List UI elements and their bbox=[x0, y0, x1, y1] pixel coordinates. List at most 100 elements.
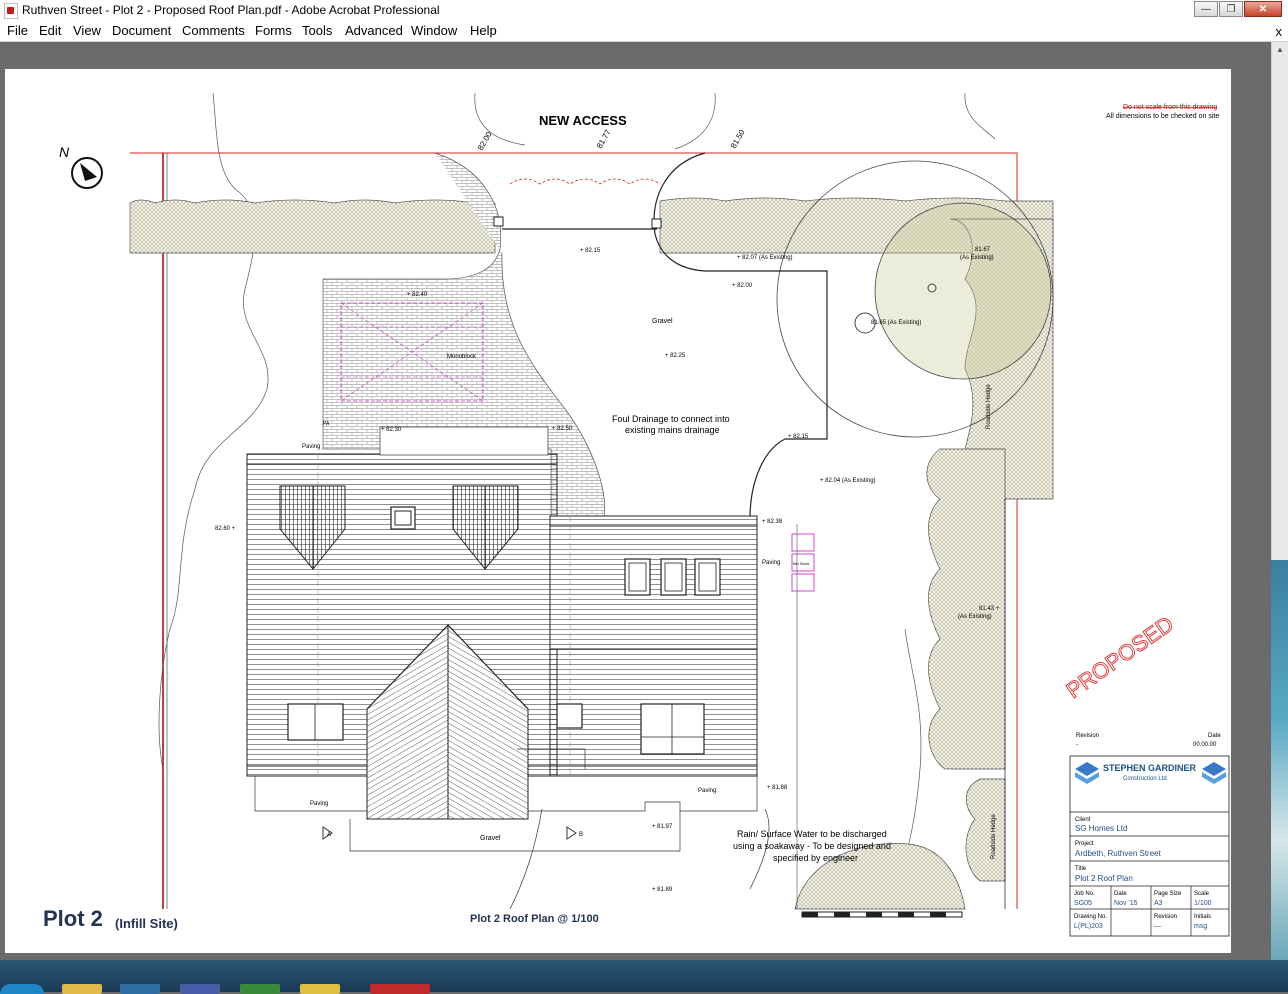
svg-text:81.65 (As Existing): 81.65 (As Existing) bbox=[871, 320, 921, 326]
menu-document[interactable]: Document bbox=[112, 23, 171, 38]
svg-text:Client: Client bbox=[1075, 817, 1091, 823]
desktop-background-strip bbox=[1271, 560, 1288, 960]
svg-text:specified by engineer: specified by engineer bbox=[773, 853, 858, 863]
site-plan-drawing: NEW ACCESS N Do not scale from this draw… bbox=[43, 92, 1230, 937]
svg-text:B: B bbox=[579, 832, 583, 838]
menu-forms[interactable]: Forms bbox=[255, 23, 292, 38]
gravel-label: Gravel bbox=[652, 318, 673, 325]
plot-subtitle: (Infill Site) bbox=[115, 916, 178, 931]
svg-text:(As Existing): (As Existing) bbox=[958, 614, 992, 620]
company-logo: STEPHEN GARDINER bbox=[1103, 763, 1197, 773]
menu-tools[interactable]: Tools bbox=[302, 23, 332, 38]
close-button[interactable]: ✕ bbox=[1244, 1, 1282, 17]
svg-text:81.50: 81.50 bbox=[729, 128, 747, 150]
title-bar: Ruthven Street - Plot 2 - Proposed Roof … bbox=[0, 0, 1288, 21]
menu-file[interactable]: File bbox=[7, 23, 28, 38]
menu-comments[interactable]: Comments bbox=[182, 23, 245, 38]
svg-text:Paving: Paving bbox=[698, 788, 716, 794]
svg-text:82.60 +: 82.60 + bbox=[215, 526, 236, 532]
svg-text:using a soakaway - To be desig: using a soakaway - To be designed and bbox=[733, 841, 891, 851]
svg-text:Roadside Hedge: Roadside Hedge bbox=[991, 814, 997, 859]
svg-text:msg: msg bbox=[1194, 923, 1207, 930]
plot-title: Plot 2 bbox=[43, 906, 103, 931]
svg-text:Drawing No.: Drawing No. bbox=[1074, 914, 1107, 920]
svg-text:+ 82.38: + 82.38 bbox=[762, 519, 783, 525]
svg-text:Paving: Paving bbox=[302, 444, 320, 450]
new-access-label: NEW ACCESS bbox=[539, 113, 627, 128]
svg-text:00.00.00: 00.00.00 bbox=[1193, 742, 1217, 748]
svg-text:81.43 +: 81.43 + bbox=[979, 606, 1000, 612]
taskbar-acrobat-icon[interactable] bbox=[370, 984, 430, 994]
svg-text:A3: A3 bbox=[1154, 900, 1163, 907]
svg-text:Scale: Scale bbox=[1194, 891, 1210, 897]
svg-text:Job No.: Job No. bbox=[1074, 891, 1095, 897]
note-scale: Do not scale from this drawing bbox=[1123, 104, 1217, 111]
hedge-left bbox=[129, 199, 496, 254]
north-label: N bbox=[59, 144, 70, 160]
pdf-page: NEW ACCESS N Do not scale from this draw… bbox=[5, 69, 1231, 953]
acrobat-icon bbox=[4, 3, 18, 19]
svg-text:+ 82.30: + 82.30 bbox=[381, 427, 402, 433]
svg-text:Paving: Paving bbox=[762, 560, 780, 566]
client-value: SG Homes Ltd bbox=[1075, 824, 1127, 833]
svg-text:+ 82.07 (As Existing): + 82.07 (As Existing) bbox=[737, 255, 793, 261]
svg-text:PA: PA bbox=[323, 421, 330, 427]
menu-edit[interactable]: Edit bbox=[39, 23, 61, 38]
project-value: Ardbeth, Ruthven Street bbox=[1075, 849, 1162, 858]
svg-text:+ 82.04 (As Existing): + 82.04 (As Existing) bbox=[820, 478, 876, 484]
proposed-stamp: PROPOSED bbox=[1062, 611, 1178, 703]
svg-text:existing mains drainage: existing mains drainage bbox=[625, 425, 720, 435]
svg-text:+ 82.50: + 82.50 bbox=[552, 426, 573, 432]
svg-text:Nov '15: Nov '15 bbox=[1114, 900, 1138, 907]
svg-text:A: A bbox=[327, 832, 331, 838]
svg-text:-: - bbox=[1076, 742, 1078, 748]
taskbar-app-icon[interactable] bbox=[120, 984, 160, 994]
svg-text:Date: Date bbox=[1208, 733, 1221, 739]
svg-text:Construction Ltd: Construction Ltd bbox=[1123, 776, 1167, 782]
svg-text:+ 82.25: + 82.25 bbox=[665, 353, 686, 359]
menu-window[interactable]: Window bbox=[411, 23, 457, 38]
document-close-button[interactable]: x bbox=[1276, 24, 1283, 39]
menu-help[interactable]: Help bbox=[470, 23, 497, 38]
svg-text:+ 82.00: + 82.00 bbox=[732, 283, 753, 289]
svg-text:Page Size: Page Size bbox=[1154, 891, 1182, 897]
title-block: Revision Date - 00.00.00 STEPHEN GARDINE… bbox=[1069, 733, 1230, 937]
svg-text:(As Existing): (As Existing) bbox=[960, 255, 994, 261]
foul-drainage-note: Foul Drainage to connect into bbox=[612, 414, 730, 424]
rain-water-note: Rain/ Surface Water to be discharged bbox=[737, 829, 887, 839]
svg-text:Bin Store: Bin Store bbox=[793, 561, 810, 566]
svg-text:—: — bbox=[1154, 923, 1161, 930]
minimize-button[interactable]: — bbox=[1194, 1, 1218, 17]
window-title: Ruthven Street - Plot 2 - Proposed Roof … bbox=[22, 3, 440, 17]
svg-text:Paving: Paving bbox=[310, 801, 328, 807]
maximize-button[interactable]: ❐ bbox=[1219, 1, 1243, 17]
svg-text:+ 82.15: + 82.15 bbox=[580, 248, 601, 254]
drawing-number-value: L(PL)203 bbox=[1074, 923, 1103, 930]
menu-advanced[interactable]: Advanced bbox=[345, 23, 403, 38]
svg-text:1/100: 1/100 bbox=[1194, 900, 1212, 907]
start-button[interactable] bbox=[0, 984, 44, 994]
scroll-up-arrow-icon[interactable]: ▲ bbox=[1272, 42, 1288, 58]
svg-text:Project: Project bbox=[1075, 841, 1094, 847]
svg-text:81.77: 81.77 bbox=[595, 128, 613, 150]
svg-text:Roadside Hedge: Roadside Hedge bbox=[986, 384, 992, 429]
monoblock-label: Monoblock bbox=[447, 354, 477, 360]
svg-text:SG05: SG05 bbox=[1074, 900, 1092, 907]
svg-text:81.67: 81.67 bbox=[975, 247, 991, 253]
svg-text:Revision: Revision bbox=[1154, 914, 1177, 920]
gravel-label-south: Gravel bbox=[480, 835, 501, 842]
taskbar-app-icon[interactable] bbox=[300, 984, 340, 994]
drawing-title-value: Plot 2 Roof Plan bbox=[1075, 874, 1133, 883]
roof-plan-title: Plot 2 Roof Plan @ 1/100 bbox=[470, 913, 599, 925]
tree-canopy-small bbox=[874, 202, 1052, 380]
menu-view[interactable]: View bbox=[73, 23, 101, 38]
svg-text:Title: Title bbox=[1075, 866, 1087, 872]
svg-text:+ 82.40: + 82.40 bbox=[407, 292, 428, 298]
taskbar-explorer-icon[interactable] bbox=[62, 984, 102, 994]
svg-text:+ 81.97: + 81.97 bbox=[652, 824, 673, 830]
taskbar-app-icon[interactable] bbox=[180, 984, 220, 994]
menu-bar: File Edit View Document Comments Forms T… bbox=[0, 20, 1288, 42]
taskbar-app-icon[interactable] bbox=[240, 984, 280, 994]
svg-text:+ 82.15: + 82.15 bbox=[788, 434, 809, 440]
svg-text:Initials: Initials bbox=[1194, 914, 1211, 920]
